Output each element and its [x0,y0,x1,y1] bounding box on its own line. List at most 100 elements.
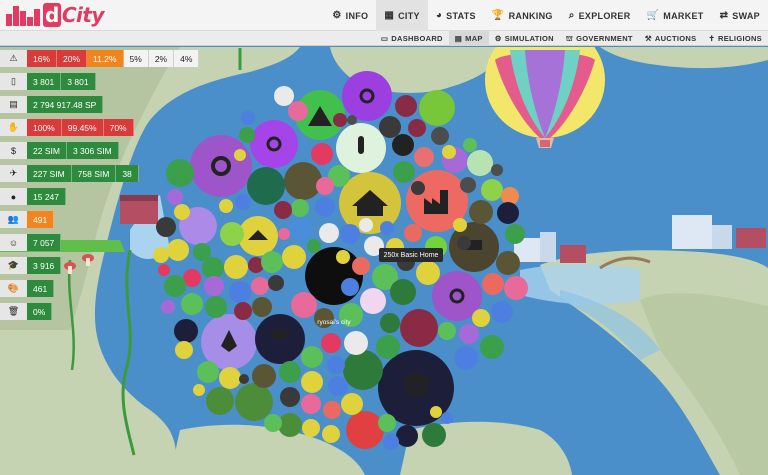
building-bubble-gear-mid[interactable] [235,383,273,421]
nav-market[interactable]: 🛒 MARKET [639,0,712,31]
trophy-icon: 🏆 [491,10,505,21]
map-icon: ▤ [454,34,463,43]
building-bubble-gear-violet[interactable] [250,120,298,168]
stat-chip[interactable]: 20% [57,50,88,67]
building-bubble-temperature[interactable] [336,123,386,173]
building-tooltip: 250x Basic Home [379,248,443,262]
stat-chip[interactable]: 227 SIM [27,165,72,182]
subnav-label: DASHBOARD [391,34,443,43]
nav-info[interactable]: ⚙ INFO [324,0,376,31]
gears-icon: ⚙ [494,34,502,43]
users-icon: 👥 [0,211,27,228]
stat-chip[interactable]: 461 [27,280,55,297]
stat-row: ⚠ 16% 20% 11.2% 5% 2% 4% [0,50,200,67]
stat-chip[interactable]: 758 SIM [71,165,117,182]
subnav-dashboard[interactable]: ▭ DASHBOARD [375,31,449,46]
graduation-icon: 🎓 [0,257,27,274]
palette-icon: 🎨 [0,280,27,297]
nav-stats[interactable]: ◕ STATS [428,0,484,31]
stat-chip[interactable]: 99.45% [61,119,104,136]
stat-row: ✈ 227 SIM 758 SIM 38 [0,165,199,182]
stat-row: ▤ 2 794 917.48 SP [0,96,199,113]
building-bubble-office[interactable] [343,350,383,390]
main-nav: ⚙ INFO ▦ CITY ◕ STATS 🏆 RANKING ⌕ EXPLORER 🛒 MARKET… [324,0,768,31]
buildings-icon: ▦ [384,10,395,21]
stat-chip[interactable]: 3 916 [27,257,62,274]
stat-chip[interactable]: 3 801 [27,73,62,90]
sub-nav: ▭ DASHBOARD ▤ MAP ⚙ SIMULATION ⛫ GOVERNMENT ⚒ AUC… [375,31,768,46]
nav-label: EXPLORER [578,10,631,21]
stat-chip[interactable]: 22 SIM [27,142,67,159]
warning-icon: ⚠ [0,50,27,67]
stat-chip[interactable]: 2% [148,50,175,67]
stat-row: 🗑 0% [0,303,199,320]
subnav-label: SIMULATION [504,34,554,43]
nav-swap[interactable]: ⇄ SWAP [712,0,768,31]
subnav-auctions[interactable]: ⚒ AUCTIONS [639,31,703,46]
trash-icon: 🗑 [0,303,27,320]
building-bubble-building-dark[interactable] [247,167,285,205]
stat-row: ● 15 247 [0,188,199,205]
stat-chip[interactable]: 11.2% [87,50,124,67]
subnav-label: RELIGIONS [718,34,762,43]
building-bubble-ryosais-city[interactable] [305,247,363,305]
city-name-label: ryosai's city [317,319,351,326]
stat-chip[interactable]: 2 794 917.48 SP [27,96,104,113]
building-icon: ▯ [0,73,27,90]
building-bubble-windmill[interactable] [346,411,384,449]
stat-chip[interactable]: 70% [103,119,134,136]
stat-chip[interactable]: 4% [174,50,200,67]
logo-text: d City [43,3,104,27]
building-bubble-tractor-small[interactable] [284,162,322,200]
subnav-label: GOVERNMENT [576,34,633,43]
subnav-government[interactable]: ⛫ GOVERNMENT [560,31,639,46]
government-icon: ⛫ [565,33,574,43]
stat-row: 🎨 461 [0,280,199,297]
gavel-icon: ⚒ [644,34,652,43]
nav-city[interactable]: ▦ CITY [376,0,428,31]
nav-ranking[interactable]: 🏆 RANKING [484,0,561,31]
smile-icon: ☺ [0,234,27,251]
subnav-simulation[interactable]: ⚙ SIMULATION [489,31,560,46]
nav-label: CITY [398,10,420,21]
dollar-icon: $ [0,142,27,159]
swap-icon: ⇄ [719,10,729,21]
nav-explorer[interactable]: ⌕ EXPLORER [561,0,639,31]
subnav-label: MAP [465,34,483,43]
building-bubble-house-yellow[interactable] [238,216,278,256]
stat-chip[interactable]: 100% [27,119,62,136]
gear-icon: ⚙ [332,10,342,21]
building-bubble-gear-purple[interactable] [342,71,392,121]
plane-icon: ✈ [0,165,27,182]
stat-chip[interactable]: 3 801 [61,73,96,90]
logo-buildings-icon [6,4,40,26]
stat-chip[interactable]: 0% [27,303,53,320]
nav-label: STATS [446,10,476,21]
stat-chip[interactable]: 7 057 [27,234,62,251]
stat-chip[interactable]: 491 [27,211,55,228]
pie-chart-icon: ◕ [435,10,443,21]
stat-chip[interactable]: 15 247 [27,188,66,205]
search-icon: ⌕ [568,10,575,21]
nav-label: INFO [345,10,369,21]
stat-row: ✋ 100% 99.45% 70% [0,119,199,136]
stat-row: 👥 491 [0,211,199,228]
nav-label: RANKING [508,10,553,21]
subnav-map[interactable]: ▤ MAP [448,31,489,46]
sub-navbar: ▭ DASHBOARD ▤ MAP ⚙ SIMULATION ⛫ GOVERNMENT ⚒ AUC… [0,31,768,46]
stat-chip[interactable]: 3 306 SIM [66,142,119,159]
person-icon: ● [0,188,27,205]
stat-chip[interactable]: 5% [123,50,149,67]
top-navbar: d City ⚙ INFO ▦ CITY ◕ STATS 🏆 RANKING ⌕ EXPLORER 🛒… [0,0,768,31]
stat-chip[interactable]: 16% [27,50,58,67]
stat-row: 🎓 3 916 [0,257,199,274]
dcity-logo[interactable]: d City [0,0,104,31]
stat-chip[interactable]: 38 [116,165,139,182]
religion-icon: ✝ [708,34,716,43]
city-stats-panel: ⚠ 16% 20% 11.2% 5% 2% 4% ▯ 3 801 3 801 ▤ 2 794 917.… [0,50,200,326]
building-bubble-graduate[interactable] [255,314,305,364]
stat-row: ▯ 3 801 3 801 [0,73,199,90]
nav-label: MARKET [663,10,704,21]
hand-icon: ✋ [0,119,27,136]
subnav-religions[interactable]: ✝ RELIGIONS [702,31,768,46]
